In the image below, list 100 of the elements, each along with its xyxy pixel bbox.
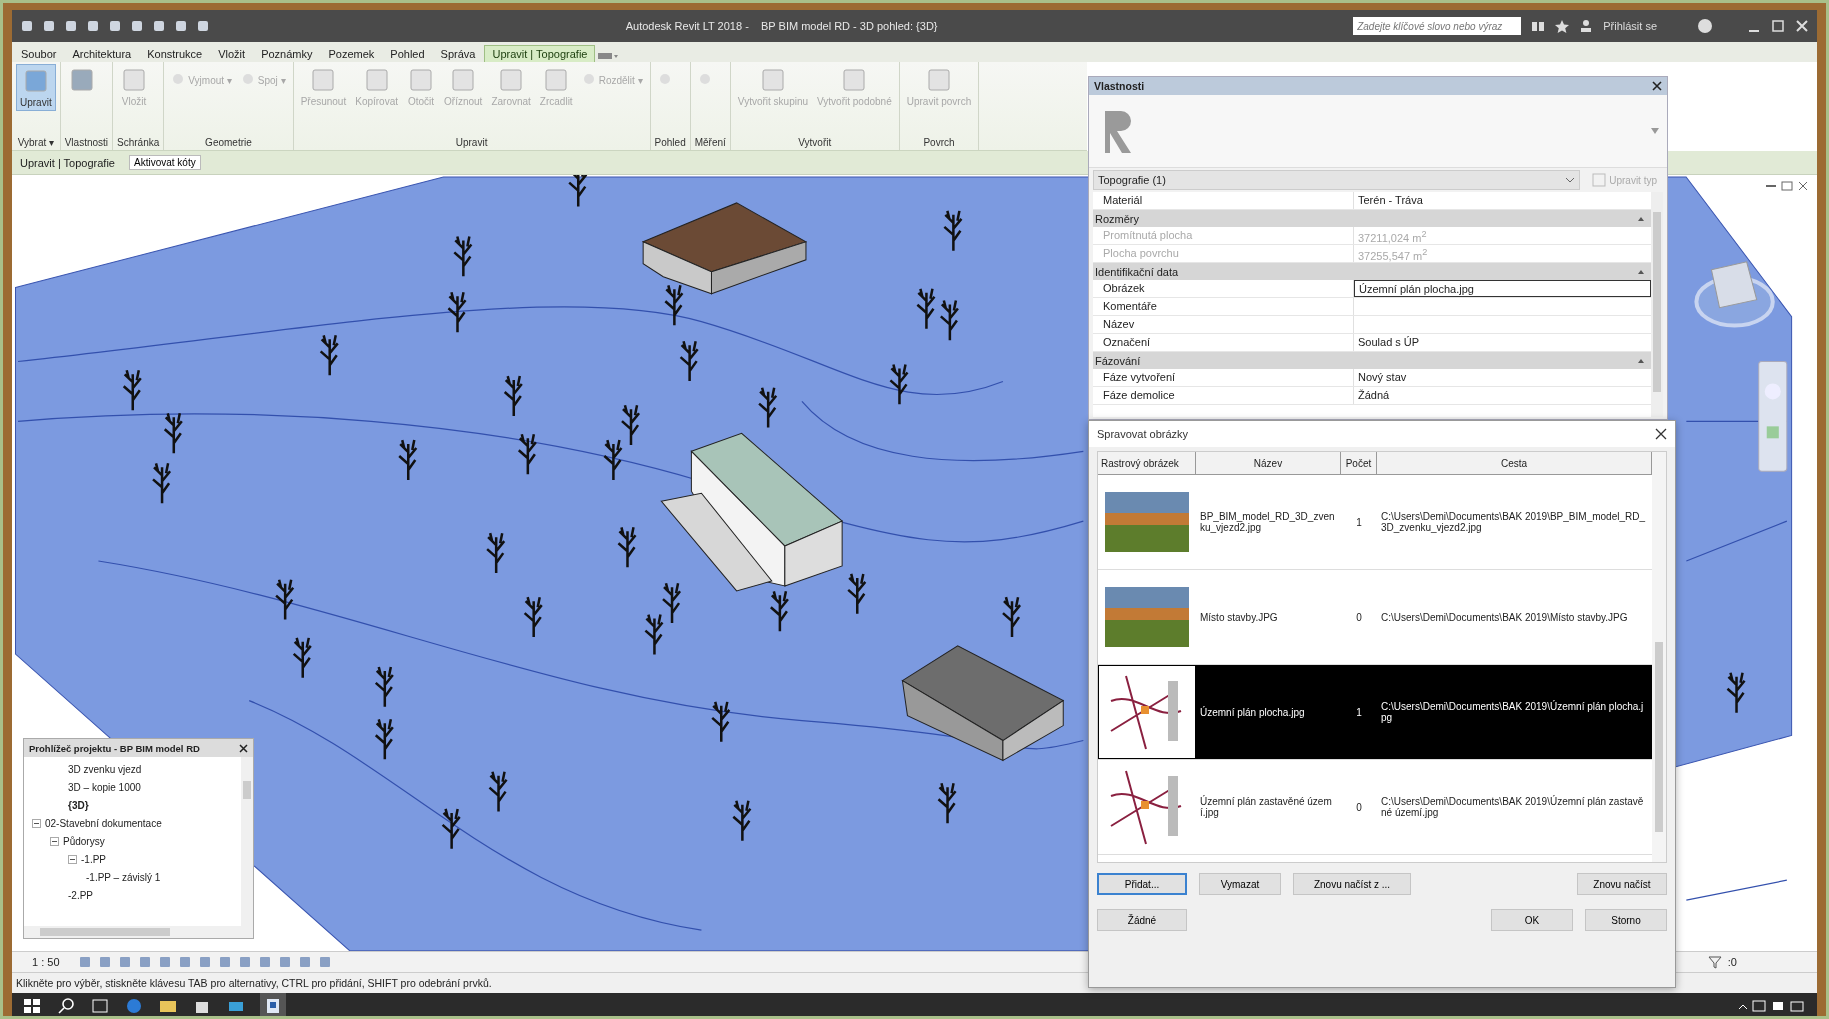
group-header[interactable]: Fázování [1095,354,1141,367]
revit-app-icon[interactable] [260,993,286,1019]
search-field[interactable]: Zadejte klíčové slovo nebo výraz [1353,17,1522,35]
panel-title[interactable]: Vybrat ▾ [16,135,56,150]
menu-tab[interactable]: Soubor [14,46,64,62]
group-header[interactable]: Identifikační data [1095,265,1179,278]
tool-icon [697,72,712,86]
maximize-icon[interactable] [1771,19,1785,33]
panel-title[interactable]: Měření [694,135,726,150]
ribbon-button[interactable]: Upravit [16,64,56,111]
collapse-toggle-icon[interactable] [50,836,59,846]
menu-tab[interactable]: Vložit [211,46,253,62]
property-name: Komentáře [1093,298,1354,315]
filter-icon[interactable] [1707,955,1722,969]
toolbar-icon[interactable] [196,19,210,33]
toolbar-icon[interactable] [42,19,56,33]
column-header[interactable]: Rastrový obrázek [1098,452,1196,474]
activate-dimensions-button[interactable]: Aktivovat kóty [129,155,201,170]
panel-title[interactable]: Vlastnosti [64,135,109,150]
property-value-field[interactable]: Žádná [1354,387,1651,404]
sign-in-link[interactable]: Přihlásit se [1603,20,1657,32]
toolbar-icon[interactable] [86,19,100,33]
user-icon[interactable] [1579,19,1594,33]
search-icon[interactable] [56,996,76,1016]
collapse-toggle-icon[interactable] [32,818,41,828]
panel-toggle-icon[interactable] [597,50,620,62]
close-icon[interactable] [1652,81,1662,91]
toolbar-icon[interactable] [64,19,78,33]
tree-icon [732,799,752,842]
panel-title[interactable]: Pohled [654,135,686,150]
tree-icon [374,665,395,709]
dialog-button[interactable]: Vymazat [1199,873,1281,895]
dialog-button[interactable]: Znovu načíst [1577,873,1667,895]
tree-item[interactable]: -1.PP – závislý 1 [86,871,161,883]
tree-icon [292,636,313,680]
view-cube[interactable] [1694,261,1775,328]
toolbar-icon[interactable] [130,19,144,33]
image-row[interactable]: Místo stavby.JPG 0 C:\Users\Demi\Documents\BAK 2019\Místo stavby.JPG [1098,570,1652,665]
toolbar-icon[interactable] [20,19,34,33]
menu-tab[interactable]: Správa [433,46,483,62]
toolbar-icon[interactable] [174,19,188,33]
close-icon[interactable] [1797,181,1809,191]
dialog-button[interactable]: OK [1491,909,1573,931]
dialog-button[interactable]: Storno [1585,909,1667,931]
scrollbar[interactable] [241,757,253,926]
tree-icon [151,462,172,505]
menu-tab[interactable]: Architektura [65,46,139,62]
close-icon[interactable] [1655,428,1667,440]
browser-icon[interactable] [124,996,144,1016]
panel-title[interactable]: Schránka [117,135,160,150]
image-row[interactable]: Územní plán plocha.jpg 1 C:\Users\Demi\Documents\BAK 2019\Územní plán plocha.jpg [1098,665,1652,760]
image-row[interactable]: Územní plán zastavěné území.jpg 0 C:\Users\Demi\Documents\BAK 2019\Územní plán zastavěné území.jpg [1098,760,1652,855]
caret-icon[interactable] [1651,128,1659,134]
dialog-button[interactable]: Žádné [1097,909,1187,931]
property-value-field[interactable]: Nový stav [1354,369,1651,386]
property-name: Označení [1093,334,1354,351]
menu-tab[interactable]: Pozemek [321,46,382,62]
scrollbar[interactable] [1652,452,1666,862]
property-value-field[interactable]: Soulad s ÚP [1354,334,1651,351]
tray-icons[interactable] [1737,998,1807,1014]
property-value-field[interactable]: Územní plán plocha.jpg [1354,280,1651,297]
close-icon[interactable] [239,743,248,753]
tree-icon [710,700,731,743]
menu-tab[interactable]: Poznámky [254,46,320,62]
tree-item[interactable]: Půdorysy [63,835,105,847]
property-value-field[interactable]: Terén - Tráva [1354,192,1651,209]
scrollbar[interactable] [1651,192,1663,417]
panel-title[interactable]: Upravit [297,135,646,150]
column-header[interactable]: Počet [1341,452,1377,474]
panel-title[interactable]: Povrch [903,135,975,150]
column-header[interactable]: Název [1196,452,1341,474]
star-icon[interactable] [1555,19,1570,33]
type-selector[interactable]: Topografie (1) [1093,170,1581,190]
menu-tab[interactable]: Konstrukce [140,46,210,62]
start-icon[interactable] [22,996,42,1016]
view-scale[interactable]: 1 : 50 [32,956,60,968]
menu-tab[interactable]: Pohled [383,46,432,62]
dialog-button[interactable]: Přidat... [1097,873,1187,895]
tree-item[interactable]: -2.PP [68,889,93,901]
dialog-button[interactable]: Znovu načíst z ... [1293,873,1411,895]
tree-item[interactable]: 02-Stavební dokumentace [45,817,162,829]
panel-title[interactable]: Geometrie [168,135,289,150]
collapse-toggle-icon[interactable] [68,854,77,864]
task-view-icon[interactable] [90,996,110,1016]
binoculars-icon[interactable] [1531,19,1546,33]
help-icon[interactable] [1697,18,1713,34]
toolbar-icon[interactable] [152,19,166,33]
tree-item[interactable]: -1.PP [81,853,106,865]
tree-item[interactable]: {3D} [68,799,89,811]
tree-item[interactable]: 3D zvenku vjezd [68,763,142,775]
panel-title[interactable]: Vytvořit [734,135,895,150]
group-header[interactable]: Rozměry [1095,212,1139,225]
property-name: Název [1093,316,1354,333]
window-icon[interactable] [1781,181,1793,191]
image-row[interactable]: BP_BIM_model_RD_3D_zvenku_vjezd2.jpg 1 C:\Users\Demi\Documents\BAK 2019\BP_BIM_model_RD_3D_zvenku_vjezd2.jpg [1098,475,1652,570]
toolbar-icon[interactable] [108,19,122,33]
tree-icon [488,770,508,813]
tree-item[interactable]: 3D – kopie 1000 [68,781,141,793]
menu-tab[interactable]: Upravit | Topografie [484,45,596,62]
table-cell-text: 0 [1355,801,1363,813]
